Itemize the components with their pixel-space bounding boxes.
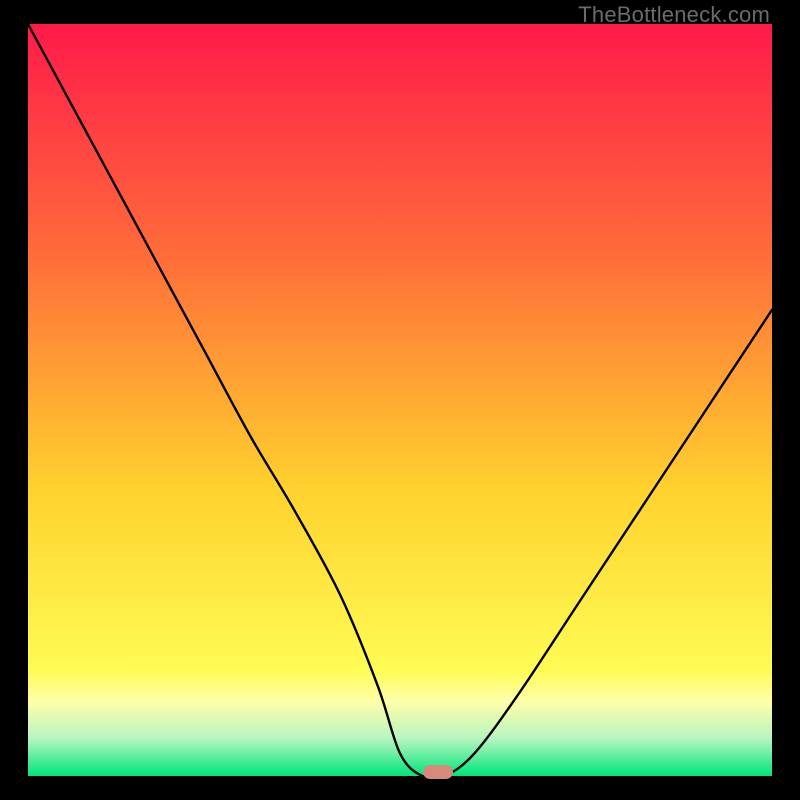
watermark-text: TheBottleneck.com [578, 2, 770, 28]
optimum-marker [423, 765, 453, 779]
bottleneck-chart [28, 24, 772, 776]
gradient-background [28, 24, 772, 776]
